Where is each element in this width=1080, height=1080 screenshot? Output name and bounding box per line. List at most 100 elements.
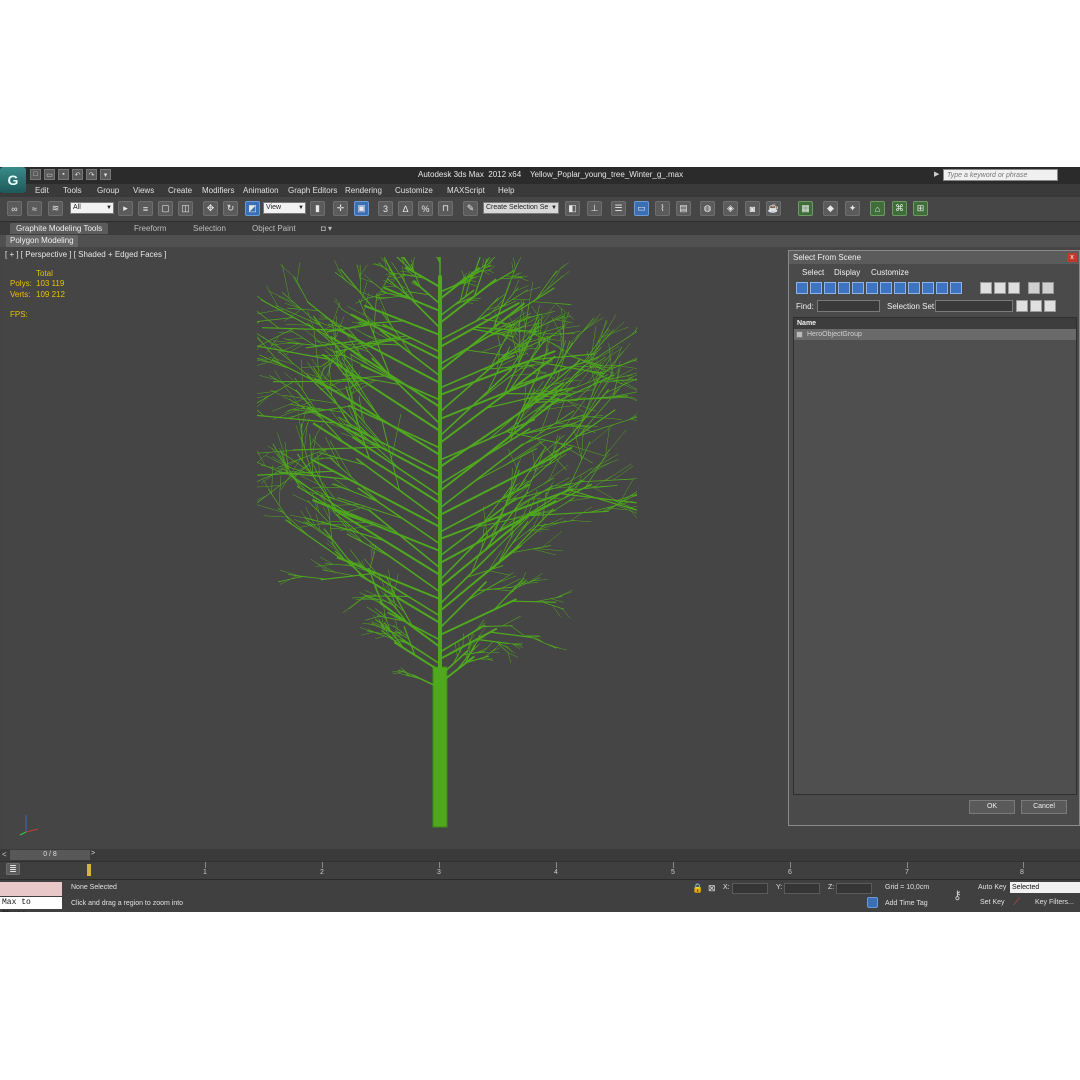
percent-snap-icon[interactable]: % — [418, 201, 433, 216]
select-none-icon[interactable] — [994, 282, 1006, 294]
rotate-icon[interactable]: ↻ — [223, 201, 238, 216]
select-invert-icon[interactable] — [1008, 282, 1020, 294]
dialog-menu-customize[interactable]: Customize — [871, 268, 909, 277]
menu-group[interactable]: Group — [97, 186, 119, 195]
tab-selection[interactable]: Selection — [187, 223, 232, 234]
application-button-icon[interactable]: G — [0, 167, 26, 193]
absolute-mode-icon[interactable]: ⊠ — [708, 883, 716, 894]
tab-graphite-modeling-tools[interactable]: Graphite Modeling Tools — [10, 223, 109, 234]
edit-named-selection-icon[interactable]: ✎ — [463, 201, 478, 216]
object-list[interactable]: Name HeroObjectGroup — [793, 317, 1077, 795]
keyboard-shortcut-override-icon[interactable]: ▣ — [354, 201, 369, 216]
select-by-name-icon[interactable]: ≡ — [138, 201, 153, 216]
menu-tools[interactable]: Tools — [63, 186, 82, 195]
filter-funnel-icon[interactable] — [1028, 282, 1040, 294]
material-editor-icon[interactable]: ◍ — [700, 201, 715, 216]
spinner-snap-icon[interactable]: ⊓ — [438, 201, 453, 216]
align-icon[interactable]: ⊥ — [587, 201, 602, 216]
tab-object-paint[interactable]: Object Paint — [246, 223, 302, 234]
save-icon[interactable]: ▪ — [58, 169, 69, 180]
rendered-frame-window-icon[interactable]: ◙ — [745, 201, 760, 216]
filter-hidden-icon[interactable] — [950, 282, 962, 294]
snaps-toggle-icon[interactable]: 3 — [378, 201, 393, 216]
named-selection-sets-dropdown[interactable]: Create Selection Se ▼ — [483, 202, 559, 214]
dialog-menu-display[interactable]: Display — [834, 268, 860, 277]
bind-space-warp-icon[interactable]: ≋ — [48, 201, 63, 216]
time-slider-prev[interactable]: < — [2, 850, 7, 859]
selection-set-dropdown[interactable] — [935, 300, 1013, 312]
ok-button[interactable]: OK — [969, 800, 1015, 814]
infocenter-search-input[interactable]: Type a keyword or phrase — [943, 169, 1058, 181]
redo-icon[interactable]: ↷ — [86, 169, 97, 180]
search-expand-icon[interactable]: ▶ — [934, 170, 942, 180]
filter-cameras-icon[interactable] — [838, 282, 850, 294]
ribbon-options-icon[interactable]: ◘ ▾ — [315, 223, 338, 234]
schematic-view-icon[interactable]: ▤ — [676, 201, 691, 216]
key-mode-dropdown[interactable]: Selected — [1010, 882, 1080, 893]
unlink-icon[interactable]: ≈ — [27, 201, 42, 216]
hierarchy-icon[interactable] — [1016, 300, 1028, 312]
auto-key-button[interactable]: Auto Key — [978, 884, 1006, 891]
particle-view-icon[interactable]: ✦ — [845, 201, 860, 216]
filter-helpers-icon[interactable] — [852, 282, 864, 294]
filter-space-warps-icon[interactable] — [866, 282, 878, 294]
rectangular-selection-icon[interactable]: ▢ — [158, 201, 173, 216]
filter-lights-icon[interactable] — [824, 282, 836, 294]
biped-icon[interactable]: ⌂ — [870, 201, 885, 216]
maxscript-listener-pink[interactable] — [0, 882, 62, 896]
curve-editor-icon[interactable]: ⌇ — [655, 201, 670, 216]
set-key-button[interactable]: Set Key — [980, 899, 1005, 906]
mirror-icon[interactable]: ◧ — [565, 201, 580, 216]
graphite-ribbon-icon[interactable]: ▭ — [634, 201, 649, 216]
pivot-point-icon[interactable]: ▮ — [310, 201, 325, 216]
layer-manager-icon[interactable]: ☰ — [611, 201, 626, 216]
menu-maxscript[interactable]: MAXScript — [447, 186, 485, 195]
time-slider-next[interactable]: > — [91, 850, 99, 860]
reference-coordinate-dropdown[interactable]: View ▼ — [263, 202, 306, 214]
menu-animation[interactable]: Animation — [243, 186, 279, 195]
open-file-icon[interactable]: ▭ — [44, 169, 55, 180]
maxscript-mini-listener[interactable]: Max to Physc. — [0, 897, 62, 912]
scale-icon[interactable]: ◩ — [245, 201, 260, 216]
window-crossing-icon[interactable]: ◫ — [178, 201, 193, 216]
list-header-name[interactable]: Name — [794, 318, 1076, 329]
track-bar[interactable]: ≣ 1 2 3 4 5 6 7 8 — [0, 861, 1080, 880]
menu-help[interactable]: Help — [498, 186, 514, 195]
filter-xrefs-icon[interactable] — [894, 282, 906, 294]
select-object-icon[interactable]: ▸ — [118, 201, 133, 216]
filter-containers-icon[interactable] — [922, 282, 934, 294]
project-folder-icon[interactable]: ▾ — [100, 169, 111, 180]
list-item[interactable]: HeroObjectGroup — [794, 329, 1076, 340]
menu-rendering[interactable]: Rendering — [345, 186, 382, 195]
move-icon[interactable]: ✥ — [203, 201, 218, 216]
container-icon[interactable]: ▦ — [798, 201, 813, 216]
add-time-tag-button[interactable]: Add Time Tag — [885, 900, 928, 907]
set-key-mode-icon[interactable]: ⟋ — [1013, 897, 1020, 908]
filter-bones-icon[interactable] — [908, 282, 920, 294]
filter-geometry-icon[interactable] — [796, 282, 808, 294]
influences-icon[interactable] — [1044, 300, 1056, 312]
key-filters-button[interactable]: Key Filters... — [1035, 899, 1074, 906]
filter-options-icon[interactable] — [1042, 282, 1054, 294]
menu-modifiers[interactable]: Modifiers — [202, 186, 234, 195]
undo-icon[interactable]: ↶ — [72, 169, 83, 180]
mini-curve-editor-icon[interactable]: ≣ — [6, 863, 20, 875]
time-tag-icon[interactable] — [867, 897, 878, 908]
viewport-label[interactable]: [ + ] [ Perspective ] [ Shaded + Edged F… — [5, 250, 166, 259]
link-icon[interactable]: ∞ — [7, 201, 22, 216]
selection-filter-dropdown[interactable]: All ▼ — [70, 202, 114, 214]
filter-shapes-icon[interactable] — [810, 282, 822, 294]
key-icon[interactable]: ⚷ — [953, 888, 962, 902]
filter-groups-icon[interactable] — [880, 282, 892, 294]
new-file-icon[interactable]: □ — [30, 169, 41, 180]
dependents-icon[interactable] — [1030, 300, 1042, 312]
menu-graph-editors[interactable]: Graph Editors — [288, 186, 337, 195]
scene-states-icon[interactable]: ◆ — [823, 201, 838, 216]
tree-model[interactable] — [257, 257, 637, 837]
dialog-menu-select[interactable]: Select — [802, 268, 824, 277]
crowd-icon[interactable]: ⊞ — [913, 201, 928, 216]
tab-freeform[interactable]: Freeform — [128, 223, 172, 234]
find-input[interactable] — [817, 300, 880, 312]
filter-frozen-icon[interactable] — [936, 282, 948, 294]
menu-customize[interactable]: Customize — [395, 186, 433, 195]
